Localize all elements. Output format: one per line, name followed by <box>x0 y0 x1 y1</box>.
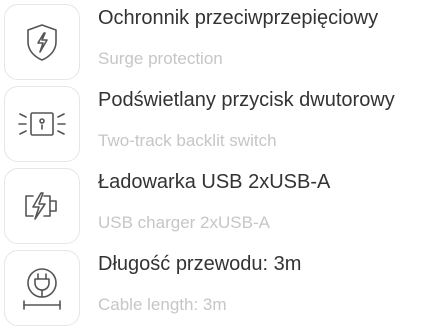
feature-subtitle: USB charger 2xUSB-A <box>98 213 270 232</box>
feature-item-surge-protection: Ochronnik przeciwprzepięciowy Surge prot… <box>0 4 431 80</box>
feature-item-usb-charger: Ładowarka USB 2xUSB-A USB charger 2xUSB-… <box>0 168 431 244</box>
feature-list: Ochronnik przeciwprzepięciowy Surge prot… <box>0 0 431 328</box>
feature-title: Ochronnik przeciwprzepięciowy <box>98 7 379 29</box>
surge-shield-icon <box>4 4 80 80</box>
backlit-switch-icon <box>4 86 80 162</box>
feature-item-cable-length: Długość przewodu: 3m Cable length: 3m <box>0 250 431 326</box>
feature-title: Ładowarka USB 2xUSB-A <box>98 171 331 193</box>
feature-title: Długość przewodu: 3m <box>98 253 302 275</box>
feature-item-backlit-switch: Podświetlany przycisk dwutorowy Two-trac… <box>0 86 431 162</box>
feature-title: Podświetlany przycisk dwutorowy <box>98 89 395 111</box>
feature-subtitle: Two-track backlit switch <box>98 131 277 150</box>
usb-charger-icon <box>4 168 80 244</box>
feature-subtitle: Cable length: 3m <box>98 295 227 314</box>
cable-length-icon <box>4 250 80 326</box>
feature-subtitle: Surge protection <box>98 49 223 68</box>
